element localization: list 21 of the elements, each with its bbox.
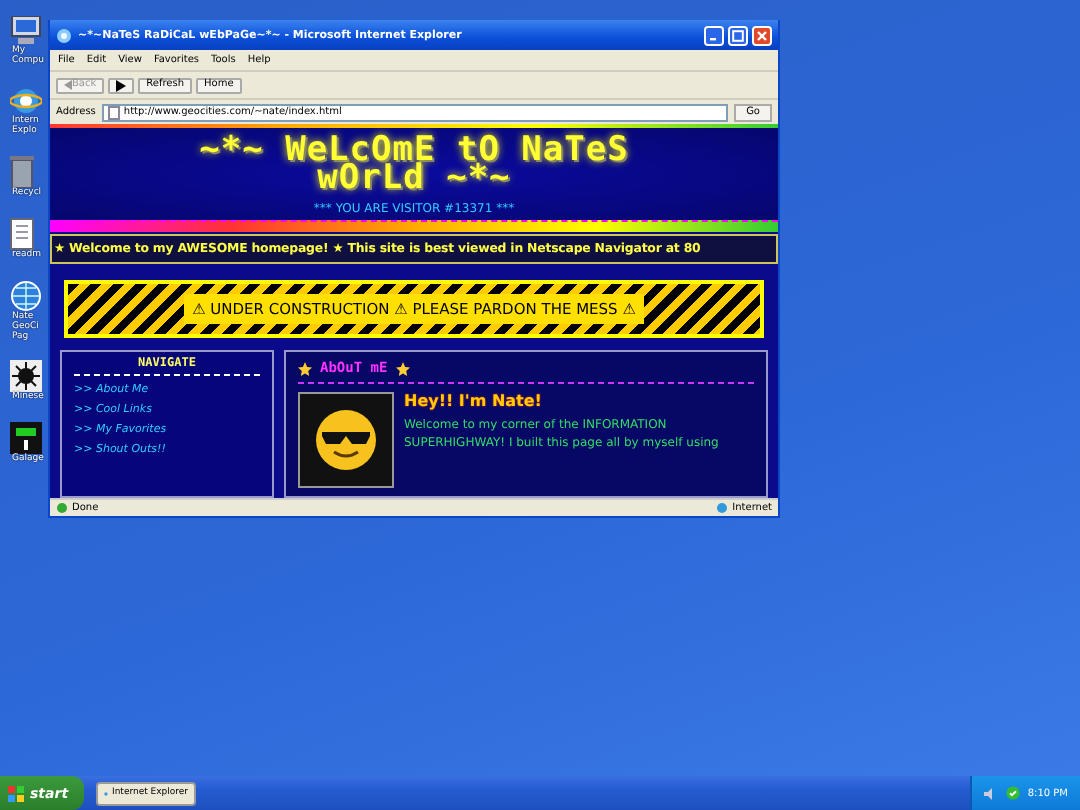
back-arrow-icon bbox=[64, 80, 72, 90]
minimize-button[interactable] bbox=[704, 25, 724, 45]
game-icon[interactable] bbox=[10, 422, 42, 455]
forward-arrow-icon bbox=[116, 79, 127, 91]
maximize-button[interactable] bbox=[728, 25, 748, 45]
close-button[interactable] bbox=[752, 25, 772, 45]
shield-check-icon[interactable] bbox=[1005, 786, 1020, 800]
page-title: wOrLd ~*~ bbox=[317, 164, 511, 192]
document-icon[interactable] bbox=[10, 217, 34, 250]
close-icon bbox=[756, 29, 768, 41]
page-title: ~*~ WeLcOmE tO NaTeS bbox=[199, 136, 629, 164]
mine-icon[interactable] bbox=[10, 360, 42, 393]
star-icon bbox=[298, 361, 312, 375]
computer-icon[interactable] bbox=[10, 16, 42, 46]
forward-button[interactable] bbox=[108, 77, 135, 93]
windows-logo-icon bbox=[8, 785, 24, 801]
trash-bin-icon[interactable] bbox=[10, 155, 34, 188]
sunglasses-emoji-icon bbox=[314, 408, 378, 472]
greeting-heading: Hey!! I'm Nate! bbox=[404, 392, 544, 410]
maximize-icon bbox=[732, 29, 744, 41]
star-icon bbox=[395, 361, 410, 375]
